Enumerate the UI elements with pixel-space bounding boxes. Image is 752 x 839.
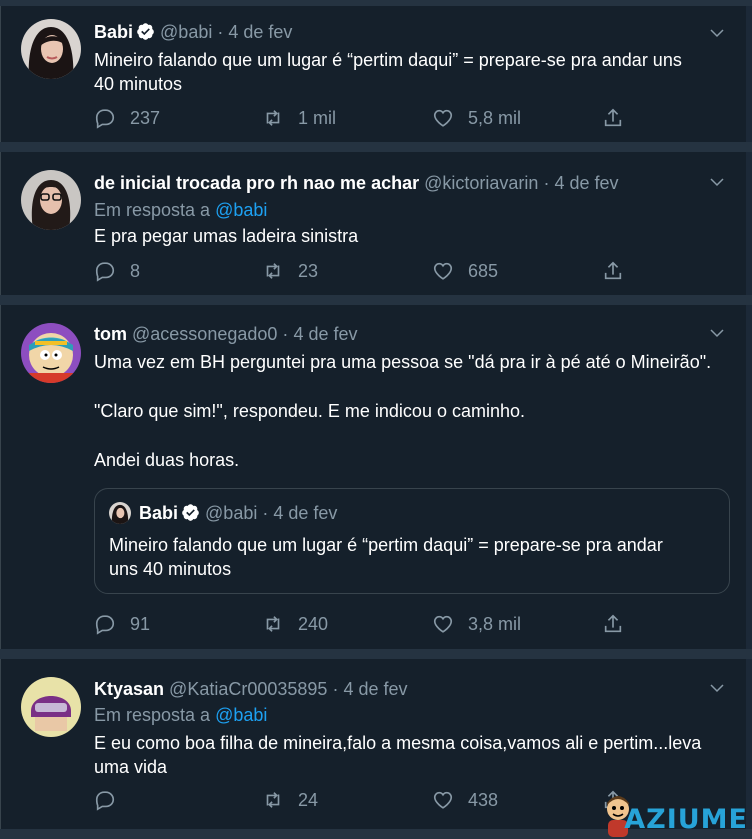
retweet-count: 23: [298, 260, 319, 281]
separator: [0, 649, 752, 659]
like-count: 3,8 mil: [468, 613, 522, 634]
retweet-button[interactable]: 1 mil: [262, 107, 336, 129]
tweet-text: E pra pegar umas ladeira sinistra: [94, 226, 359, 246]
watermark-logo: AZIUME: [598, 795, 748, 837]
retweet-arrows-icon: [266, 616, 280, 632]
speech-bubble-icon: [95, 262, 115, 282]
chevron-down-icon[interactable]: [708, 24, 726, 42]
reply-button[interactable]: 237: [94, 107, 160, 129]
reply-button[interactable]: 8: [94, 260, 140, 282]
separator: [0, 142, 752, 152]
like-count: 438: [468, 789, 499, 810]
display-name[interactable]: tom: [94, 324, 127, 344]
tweet-header: tom @acessonegado0 · 4 de fev: [94, 324, 358, 344]
tweet-actions: 8 23 685: [94, 260, 634, 284]
reply-button[interactable]: 91: [94, 613, 150, 635]
handle[interactable]: @acessonegado0: [132, 324, 277, 344]
display-name[interactable]: de inicial trocada pro rh nao me achar: [94, 173, 419, 193]
chevron-down-icon[interactable]: [708, 679, 726, 697]
quoted-tweet-header: Babi @babi · 4 de fev: [109, 501, 337, 525]
like-count: 685: [468, 260, 499, 281]
share-button[interactable]: [602, 613, 638, 635]
like-button[interactable]: 685: [432, 260, 498, 282]
share-button[interactable]: [602, 260, 638, 282]
share-button[interactable]: [602, 107, 638, 129]
reply-count: 237: [130, 107, 161, 128]
handle[interactable]: @KatiaCr00035895: [169, 679, 327, 699]
avatar[interactable]: [21, 323, 81, 383]
tweet-actions: 24 438: [94, 789, 634, 813]
timeline: Babi @babi · 4 de fev Mineiro falando qu…: [0, 0, 752, 839]
retweet-button[interactable]: 23: [262, 260, 318, 282]
avatar[interactable]: [21, 19, 81, 79]
quoted-tweet-text: Mineiro falando que um lugar é “pertim d…: [109, 535, 663, 579]
retweet-arrows-icon: [266, 110, 280, 126]
handle[interactable]: @kictoriavarin: [424, 173, 538, 193]
like-count: 5,8 mil: [468, 107, 522, 128]
timestamp[interactable]: 4 de fev: [293, 324, 357, 344]
tweet-text: Uma vez em BH perguntei pra uma pessoa s…: [94, 352, 712, 470]
display-name[interactable]: Babi: [94, 22, 133, 42]
timestamp[interactable]: 4 de fev: [554, 173, 618, 193]
tweet-actions: 237 1 mil 5,8 mil: [94, 107, 634, 131]
avatar: [109, 502, 131, 524]
reply-context: Em resposta a @babi: [94, 705, 268, 725]
reply-count: 91: [130, 613, 151, 634]
retweet-count: 24: [298, 789, 319, 810]
upload-share-icon: [604, 261, 622, 280]
speech-bubble-icon: [95, 109, 115, 129]
upload-share-icon: [604, 614, 622, 633]
display-name: Babi: [139, 503, 179, 523]
timestamp: 4 de fev: [273, 503, 338, 523]
handle: @babi: [205, 503, 258, 523]
speech-bubble-icon: [95, 791, 115, 811]
tweet-text: Mineiro falando que um lugar é “pertim d…: [94, 50, 682, 94]
reply-count: 8: [130, 260, 141, 281]
mention-link[interactable]: @babi: [215, 200, 267, 220]
like-button[interactable]: 3,8 mil: [432, 613, 521, 635]
display-name[interactable]: Ktyasan: [94, 679, 164, 699]
verified-badge-icon: [182, 504, 199, 521]
retweet-arrows-icon: [266, 263, 280, 279]
like-button[interactable]: 438: [432, 789, 498, 811]
quoted-tweet[interactable]: Babi @babi · 4 de fev Mineiro falando qu…: [94, 488, 730, 594]
retweet-button[interactable]: 24: [262, 789, 318, 811]
reply-context: Em resposta a @babi: [94, 200, 268, 220]
watermark-text: AZIUME: [624, 804, 748, 835]
tweet-header: Ktyasan @KatiaCr00035895 · 4 de fev: [94, 679, 408, 699]
chevron-down-icon[interactable]: [708, 324, 726, 342]
reply-button[interactable]: [94, 789, 130, 811]
heart-icon: [433, 615, 453, 633]
tweet-actions: 91 240 3,8 mil: [94, 613, 634, 637]
tweet[interactable]: de inicial trocada pro rh nao me achar @…: [0, 152, 746, 295]
retweet-button[interactable]: 240: [262, 613, 328, 635]
timestamp[interactable]: 4 de fev: [228, 22, 292, 42]
retweet-count: 240: [298, 613, 329, 634]
like-button[interactable]: 5,8 mil: [432, 107, 521, 129]
heart-icon: [433, 791, 453, 809]
tweet-header: Babi @babi · 4 de fev: [94, 22, 293, 42]
tweet[interactable]: tom @acessonegado0 · 4 de fev Uma vez em…: [0, 305, 746, 649]
retweet-count: 1 mil: [298, 107, 337, 128]
verified-badge-icon: [137, 23, 154, 40]
avatar[interactable]: [21, 170, 81, 230]
heart-icon: [433, 262, 453, 280]
speech-bubble-icon: [95, 615, 115, 635]
separator: [0, 295, 752, 305]
tweet-header: de inicial trocada pro rh nao me achar @…: [94, 173, 619, 193]
retweet-arrows-icon: [266, 792, 280, 808]
upload-share-icon: [604, 108, 622, 127]
mention-link[interactable]: @babi: [215, 705, 267, 725]
heart-icon: [433, 109, 453, 127]
tweet-text: E eu como boa filha de mineira,falo a me…: [94, 733, 702, 777]
avatar[interactable]: [21, 677, 81, 737]
tweet[interactable]: Babi @babi · 4 de fev Mineiro falando qu…: [0, 6, 746, 142]
timestamp[interactable]: 4 de fev: [343, 679, 407, 699]
chevron-down-icon[interactable]: [708, 173, 726, 191]
handle[interactable]: @babi: [160, 22, 212, 42]
